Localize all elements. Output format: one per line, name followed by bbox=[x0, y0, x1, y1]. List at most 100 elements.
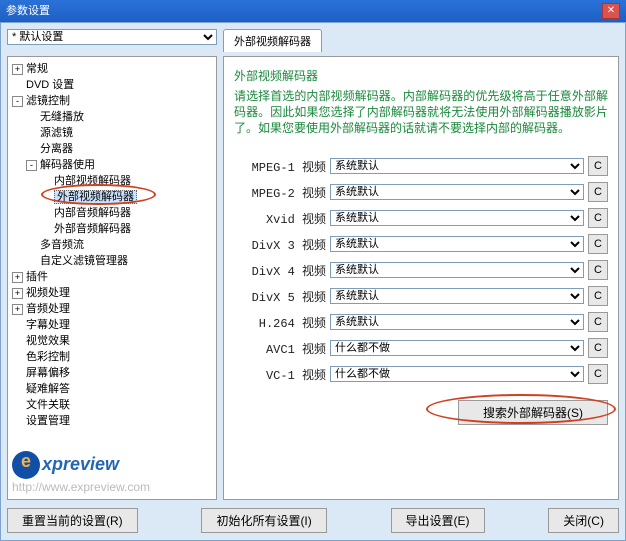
tree-item[interactable]: -滤镜控制 bbox=[12, 93, 212, 109]
preset-select[interactable]: * 默认设置 bbox=[7, 29, 217, 45]
decoder-label: DivX 4 视频 bbox=[234, 262, 326, 279]
tree-item[interactable]: 字幕处理 bbox=[12, 317, 212, 333]
tree-item[interactable]: 屏幕偏移 bbox=[12, 365, 212, 381]
expand-icon[interactable]: + bbox=[12, 64, 23, 75]
tree-item[interactable]: 外部音频解码器 bbox=[12, 221, 212, 237]
decoder-c-button[interactable]: C bbox=[588, 234, 608, 254]
tree-item-label: 源滤镜 bbox=[40, 127, 73, 139]
tree-item-label: 内部音频解码器 bbox=[54, 207, 131, 219]
tree-item-label: 内部视频解码器 bbox=[54, 175, 131, 187]
search-decoders-button[interactable]: 搜索外部解码器(S) bbox=[458, 400, 608, 425]
tree-item-label: 视频处理 bbox=[26, 287, 70, 299]
decoder-select[interactable]: 系统默认 bbox=[330, 158, 584, 174]
decoder-label: AVC1 视频 bbox=[234, 340, 326, 357]
tree-item-label: 多音频流 bbox=[40, 239, 84, 251]
close-icon[interactable]: ✕ bbox=[602, 3, 620, 19]
decoder-row: Xvid 视频系统默认C bbox=[234, 208, 608, 228]
decoder-label: DivX 5 视频 bbox=[234, 288, 326, 305]
tree-item[interactable]: 视觉效果 bbox=[12, 333, 212, 349]
tree-item-label: 外部音频解码器 bbox=[54, 223, 131, 235]
tree-item[interactable]: 自定义滤镜管理器 bbox=[12, 253, 212, 269]
tree-item-label: 疑难解答 bbox=[26, 383, 70, 395]
decoder-select[interactable]: 系统默认 bbox=[330, 288, 584, 304]
tree-item-label: 文件关联 bbox=[26, 399, 70, 411]
tree-item-label: 滤镜控制 bbox=[26, 95, 70, 107]
panel-help: 请选择首选的内部视频解码器。内部解码器的优先级将高于任意外部解码器。因此如果您选… bbox=[234, 88, 608, 136]
decoder-label: VC-1 视频 bbox=[234, 366, 326, 383]
decoder-label: MPEG-2 视频 bbox=[234, 184, 326, 201]
tree-item[interactable]: 色彩控制 bbox=[12, 349, 212, 365]
tree-item-label: 字幕处理 bbox=[26, 319, 70, 331]
decoder-select[interactable]: 系统默认 bbox=[330, 262, 584, 278]
nav-tree[interactable]: +常规DVD 设置-滤镜控制无缝播放源滤镜分离器-解码器使用内部视频解码器外部视… bbox=[7, 56, 217, 500]
decoder-row: MPEG-2 视频系统默认C bbox=[234, 182, 608, 202]
expand-icon[interactable]: + bbox=[12, 272, 23, 283]
decoder-select[interactable]: 系统默认 bbox=[330, 184, 584, 200]
decoder-c-button[interactable]: C bbox=[588, 208, 608, 228]
reset-button[interactable]: 重置当前的设置(R) bbox=[7, 508, 138, 533]
decoder-select[interactable]: 什么都不做 bbox=[330, 340, 584, 356]
expand-icon[interactable]: + bbox=[12, 304, 23, 315]
decoder-c-button[interactable]: C bbox=[588, 312, 608, 332]
decoder-row: H.264 视频系统默认C bbox=[234, 312, 608, 332]
tree-item[interactable]: 无缝播放 bbox=[12, 109, 212, 125]
tree-item-label: 设置管理 bbox=[26, 415, 70, 427]
tree-item[interactable]: 疑难解答 bbox=[12, 381, 212, 397]
tree-item[interactable]: DVD 设置 bbox=[12, 77, 212, 93]
decoder-c-button[interactable]: C bbox=[588, 260, 608, 280]
decoder-row: VC-1 视频什么都不做C bbox=[234, 364, 608, 384]
decoder-select[interactable]: 什么都不做 bbox=[330, 366, 584, 382]
tree-item-label: 外部视频解码器 bbox=[54, 190, 137, 204]
title-bar: 参数设置 ✕ bbox=[0, 0, 626, 22]
tree-item[interactable]: 内部音频解码器 bbox=[12, 205, 212, 221]
tree-item-label: DVD 设置 bbox=[26, 79, 74, 91]
decoder-c-button[interactable]: C bbox=[588, 286, 608, 306]
decoder-row: DivX 5 视频系统默认C bbox=[234, 286, 608, 306]
decoder-row: DivX 4 视频系统默认C bbox=[234, 260, 608, 280]
tree-item-label: 分离器 bbox=[40, 143, 73, 155]
tree-item[interactable]: +音频处理 bbox=[12, 301, 212, 317]
tree-item-label: 常规 bbox=[26, 63, 48, 75]
logo-icon: e bbox=[12, 451, 40, 479]
decoder-c-button[interactable]: C bbox=[588, 156, 608, 176]
decoder-c-button[interactable]: C bbox=[588, 364, 608, 384]
decoder-row: AVC1 视频什么都不做C bbox=[234, 338, 608, 358]
decoder-row: MPEG-1 视频系统默认C bbox=[234, 156, 608, 176]
tree-item[interactable]: +视频处理 bbox=[12, 285, 212, 301]
tree-item-label: 色彩控制 bbox=[26, 351, 70, 363]
decoder-select[interactable]: 系统默认 bbox=[330, 314, 584, 330]
init-button[interactable]: 初始化所有设置(I) bbox=[201, 508, 326, 533]
tree-item[interactable]: 外部视频解码器 bbox=[12, 189, 212, 205]
settings-panel: 外部视频解码器 请选择首选的内部视频解码器。内部解码器的优先级将高于任意外部解码… bbox=[223, 56, 619, 500]
tree-item-label: 插件 bbox=[26, 271, 48, 283]
tree-item[interactable]: 文件关联 bbox=[12, 397, 212, 413]
decoder-label: MPEG-1 视频 bbox=[234, 158, 326, 175]
tree-item[interactable]: 多音频流 bbox=[12, 237, 212, 253]
tree-item-label: 屏幕偏移 bbox=[26, 367, 70, 379]
decoder-select[interactable]: 系统默认 bbox=[330, 210, 584, 226]
tree-item-label: 解码器使用 bbox=[40, 159, 95, 171]
tree-item[interactable]: 内部视频解码器 bbox=[12, 173, 212, 189]
tree-item[interactable]: +常规 bbox=[12, 61, 212, 77]
decoder-label: Xvid 视频 bbox=[234, 210, 326, 227]
tab-external-video-decoder[interactable]: 外部视频解码器 bbox=[223, 29, 322, 52]
tree-item-label: 无缝播放 bbox=[40, 111, 84, 123]
tree-item-label: 自定义滤镜管理器 bbox=[40, 255, 128, 267]
expand-icon[interactable]: + bbox=[12, 288, 23, 299]
expand-icon[interactable]: - bbox=[26, 160, 37, 171]
expand-icon[interactable]: - bbox=[12, 96, 23, 107]
tree-item[interactable]: 设置管理 bbox=[12, 413, 212, 429]
tree-item[interactable]: 分离器 bbox=[12, 141, 212, 157]
decoder-c-button[interactable]: C bbox=[588, 338, 608, 358]
decoder-label: DivX 3 视频 bbox=[234, 236, 326, 253]
tree-item[interactable]: 源滤镜 bbox=[12, 125, 212, 141]
panel-heading: 外部视频解码器 bbox=[234, 67, 608, 84]
decoder-c-button[interactable]: C bbox=[588, 182, 608, 202]
export-button[interactable]: 导出设置(E) bbox=[391, 508, 485, 533]
close-button[interactable]: 关闭(C) bbox=[548, 508, 619, 533]
tree-item[interactable]: -解码器使用 bbox=[12, 157, 212, 173]
decoder-select[interactable]: 系统默认 bbox=[330, 236, 584, 252]
watermark: expreview http://www.expreview.com bbox=[12, 451, 150, 495]
tree-item[interactable]: +插件 bbox=[12, 269, 212, 285]
window-title: 参数设置 bbox=[6, 0, 50, 22]
